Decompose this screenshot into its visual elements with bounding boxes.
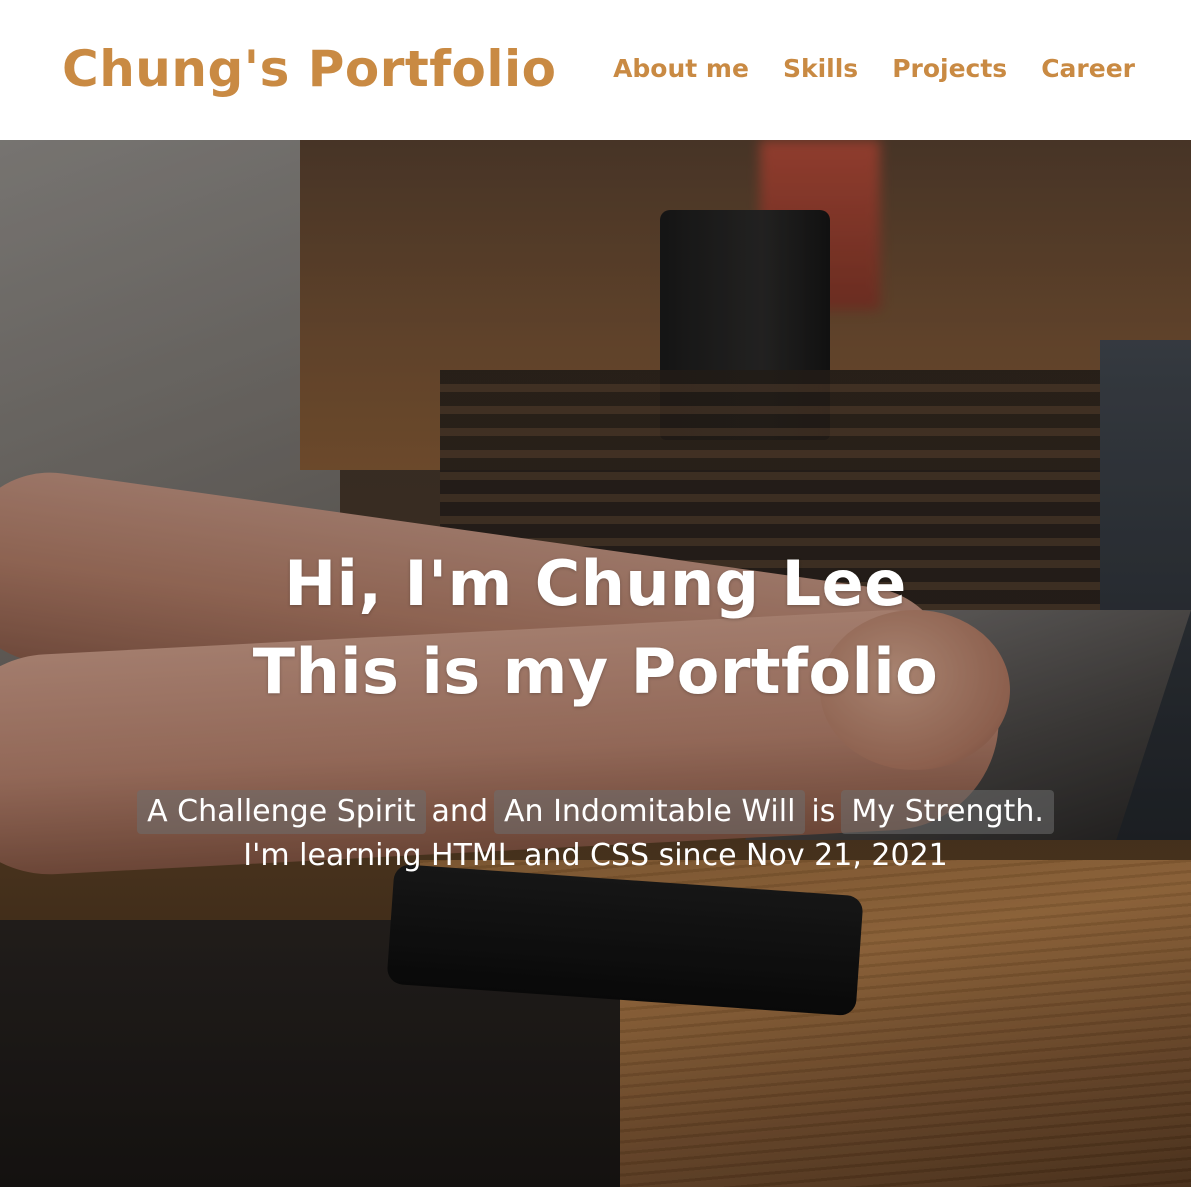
site-header: Chung's Portfolio About me Skills Projec…: [0, 0, 1191, 140]
nav-link-career[interactable]: Career: [1041, 54, 1135, 83]
tagline-conjunction-and: and: [431, 794, 488, 829]
tagline-conjunction-is: is: [811, 794, 836, 829]
hero-subtitle: A Challenge Spirit and An Indomitable Will…: [0, 790, 1191, 878]
main-nav: About me Skills Projects Career: [613, 54, 1135, 83]
nav-link-projects[interactable]: Projects: [892, 54, 1007, 83]
tagline-highlight-challenge-spirit: A Challenge Spirit: [137, 790, 426, 834]
nav-link-about-me[interactable]: About me: [613, 54, 749, 83]
hero-learning-note: I'm learning HTML and CSS since Nov 21, …: [243, 838, 948, 873]
nav-link-skills[interactable]: Skills: [783, 54, 858, 83]
hero-tagline: A Challenge Spirit and An Indomitable Will…: [0, 790, 1191, 834]
hero-title-line-2: This is my Portfolio: [252, 635, 939, 708]
hero-section: Hi, I'm Chung Lee This is my Portfolio A…: [0, 140, 1191, 1187]
hero-title-line-1: Hi, I'm Chung Lee: [284, 547, 907, 620]
hero-title: Hi, I'm Chung Lee This is my Portfolio: [0, 540, 1191, 716]
tagline-highlight-indomitable-will: An Indomitable Will: [494, 790, 806, 834]
site-logo[interactable]: Chung's Portfolio: [62, 40, 557, 98]
hero-content: Hi, I'm Chung Lee This is my Portfolio A…: [0, 140, 1191, 1187]
tagline-highlight-my-strength: My Strength.: [841, 790, 1054, 834]
